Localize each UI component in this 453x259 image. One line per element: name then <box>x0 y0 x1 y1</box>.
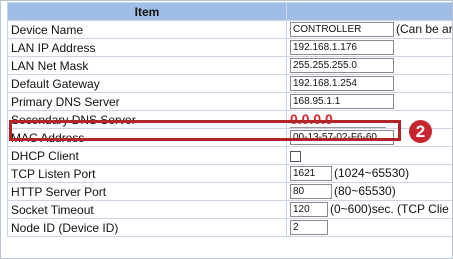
header-value <box>286 2 452 21</box>
secondary-dns-label: Secondary DNS Server <box>7 110 287 129</box>
table-row: LAN IP Address 192.168.1.176 <box>7 38 452 57</box>
node-id-label: Node ID (Device ID) <box>7 218 287 237</box>
tcp-port-label: TCP Listen Port <box>7 164 287 183</box>
table-row: Secondary DNS Server 0.0.0.0 <box>7 110 452 129</box>
socket-timeout-input[interactable]: 120 <box>290 202 328 218</box>
http-port-hint: (80~65530) <box>334 183 396 198</box>
table-row: Node ID (Device ID) 2 <box>7 218 452 237</box>
table-row: Socket Timeout 120 (0~600)sec. (TCP Clie <box>7 200 452 219</box>
dhcp-client-checkbox[interactable] <box>290 150 301 162</box>
table-row: Primary DNS Server 168.95.1.1 <box>7 92 452 111</box>
table-row: MAC Address 00-13-57-02-F6-60 <box>7 128 452 147</box>
http-port-input[interactable]: 80 <box>290 184 332 200</box>
net-mask-input[interactable]: 255.255.255.0 <box>290 58 394 74</box>
table-row: DHCP Client <box>7 146 452 165</box>
mac-address-label: MAC Address <box>7 128 287 147</box>
device-name-input[interactable]: CONTROLLER <box>290 22 394 38</box>
header-item: Item <box>7 2 287 21</box>
table-row: HTTP Server Port 80 (80~65530) <box>7 182 452 201</box>
gateway-input[interactable]: 192.168.1.254 <box>290 76 394 92</box>
primary-dns-label: Primary DNS Server <box>7 92 287 111</box>
table-row: TCP Listen Port 1621 (1024~65530) <box>7 164 452 183</box>
gateway-label: Default Gateway <box>7 74 287 93</box>
mac-address-value: 00-13-57-02-F6-60 <box>290 130 394 146</box>
primary-dns-input[interactable]: 168.95.1.1 <box>290 94 394 110</box>
device-name-label: Device Name <box>7 20 287 39</box>
tcp-port-input[interactable]: 1621 <box>290 166 332 182</box>
table-header: Item <box>7 2 452 21</box>
socket-timeout-hint: (0~600)sec. (TCP Clie <box>330 201 449 216</box>
dhcp-client-label: DHCP Client <box>7 146 287 165</box>
socket-timeout-label: Socket Timeout <box>7 200 287 219</box>
settings-panel: Item Device Name CONTROLLER (Can be ar LA… <box>0 0 453 259</box>
lan-ip-input[interactable]: 192.168.1.176 <box>290 40 394 56</box>
lan-ip-label: LAN IP Address <box>7 38 287 57</box>
node-id-input[interactable]: 2 <box>290 220 328 236</box>
network-settings-table: Item Device Name CONTROLLER (Can be ar LA… <box>7 2 453 237</box>
net-mask-label: LAN Net Mask <box>7 56 287 75</box>
tcp-port-hint: (1024~65530) <box>334 165 410 180</box>
device-name-hint: (Can be ar <box>396 21 453 36</box>
table-row: Default Gateway 192.168.1.254 <box>7 74 452 93</box>
http-port-label: HTTP Server Port <box>7 182 287 201</box>
table-row: Device Name CONTROLLER (Can be ar <box>7 20 453 39</box>
crop-edge <box>1 242 452 258</box>
secondary-dns-input[interactable]: 0.0.0.0 <box>290 112 386 128</box>
step-number-badge: 2 <box>409 120 432 143</box>
table-row: LAN Net Mask 255.255.255.0 <box>7 56 452 75</box>
